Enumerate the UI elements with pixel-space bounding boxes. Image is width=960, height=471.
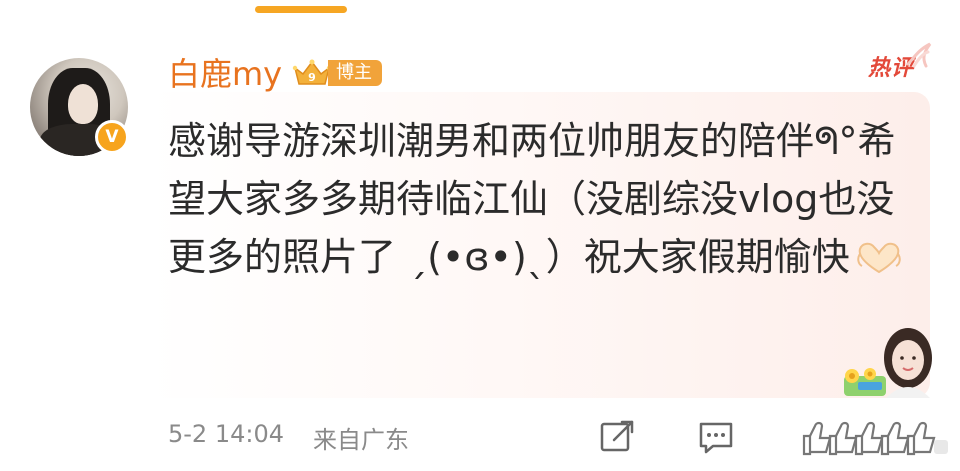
heart-hands-emoji: [854, 234, 904, 292]
decorative-sticker: [844, 328, 932, 398]
comment-body[interactable]: 感谢导游深圳潮男和两位帅朋友的陪伴ᖗ°希望大家多多期待临江仙（没剧综没vlog也…: [168, 112, 908, 292]
share-icon[interactable]: [598, 418, 636, 456]
like-button[interactable]: [800, 416, 950, 456]
tab-indicator: [255, 6, 347, 13]
like-icon: [802, 421, 948, 456]
crown-icon: 9: [292, 59, 332, 85]
blogger-tag-label: 博主: [328, 60, 382, 86]
author-name[interactable]: 白鹿my: [168, 52, 282, 96]
verified-v-icon: V: [95, 120, 129, 154]
hot-comment-label: 热评: [868, 42, 932, 82]
crown-level: 9: [308, 71, 316, 84]
comment-source: 来自广东: [313, 426, 409, 454]
weibo-comment-screen: V 白鹿my 9 博主 热评 感谢导游深圳潮男和两位帅朋友的陪伴ᖗ°希望大家多多…: [0, 0, 960, 471]
comment-icon[interactable]: [697, 418, 735, 456]
comment-text: 感谢导游深圳潮男和两位帅朋友的陪伴ᖗ°希望大家多多期待临江仙（没剧综没vlog也…: [168, 119, 896, 279]
comment-time: 5-2 14:04: [168, 420, 284, 448]
blogger-badge[interactable]: 9 博主: [292, 58, 382, 88]
flame-icon: [906, 42, 932, 68]
